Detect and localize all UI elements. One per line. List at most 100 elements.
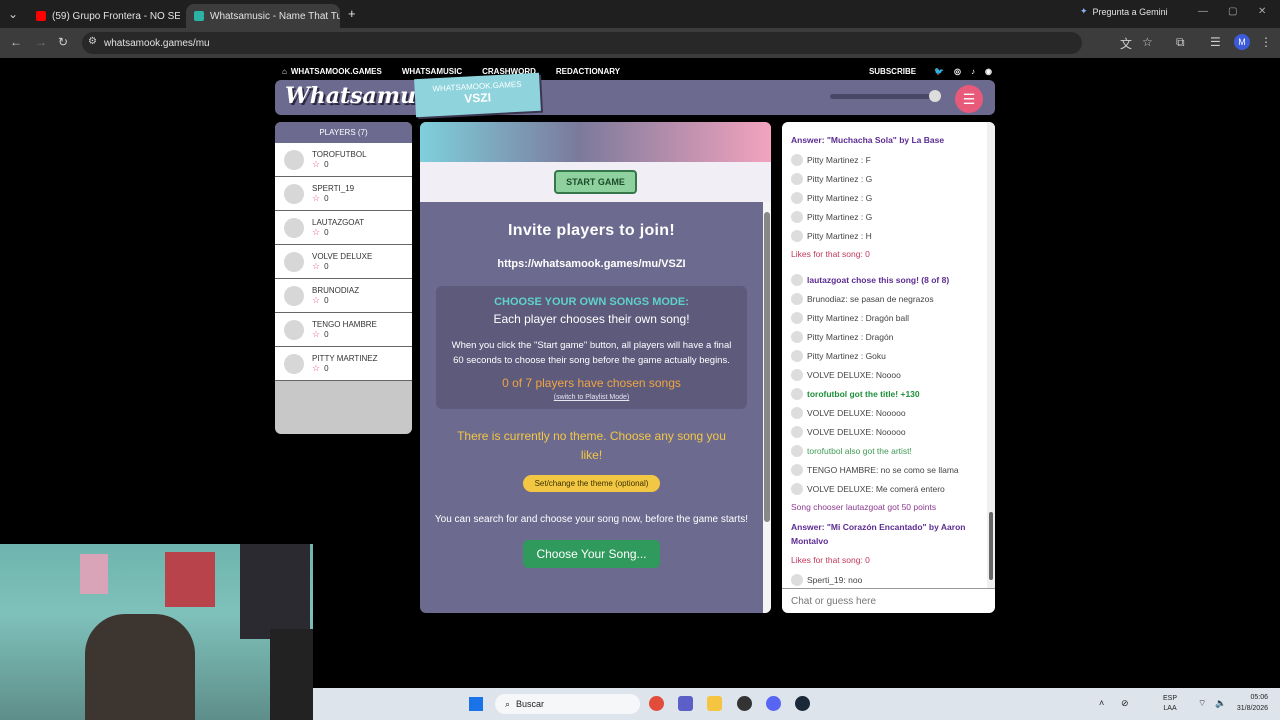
whatsamusic-favicon-icon	[194, 11, 204, 21]
chat-message: VOLVE DELUXE: Nooooo	[791, 422, 978, 441]
translate-icon[interactable]: 文	[1120, 35, 1132, 52]
player-row[interactable]: SPERTI_19 ☆ 0	[275, 177, 412, 211]
gemini-button[interactable]: ✦ Pregunta a Gemini	[1080, 6, 1168, 17]
chat-message-text: Pitty Martinez : H	[807, 230, 872, 241]
player-score: 0	[324, 295, 329, 305]
player-row[interactable]: VOLVE DELUXE ☆ 0	[275, 245, 412, 279]
instagram-icon[interactable]: ◎	[954, 67, 961, 76]
chat-avatar	[791, 482, 803, 495]
chat-message: torofutbol got the title! +130	[791, 384, 978, 403]
nav-whatsamusic[interactable]: WHATSAMUSIC	[402, 67, 462, 76]
player-score: 0	[324, 329, 329, 339]
windows-start-icon[interactable]	[469, 697, 483, 711]
tray-chevron-icon[interactable]: ˄	[1099, 698, 1104, 708]
explorer-icon[interactable]	[707, 696, 722, 711]
gradient-banner	[420, 122, 771, 162]
subscribe-link[interactable]: SUBSCRIBE	[869, 67, 916, 76]
bookmark-star-icon[interactable]: ☆	[1142, 35, 1153, 49]
set-theme-button[interactable]: Set/change the theme (optional)	[522, 475, 661, 492]
chat-avatar	[791, 292, 803, 305]
chat-message: Pitty Martinez : Dragón ball	[791, 308, 978, 327]
mode-subtitle: Each player chooses their own song!	[493, 312, 690, 326]
chat-message: Pitty Martinez : Goku	[791, 346, 978, 365]
network-icon[interactable]: ⊘	[1121, 698, 1129, 709]
volume-slider[interactable]	[830, 90, 941, 102]
chat-scroll-thumb[interactable]	[989, 512, 993, 580]
chosen-count: 0 of 7 players have chosen songs	[502, 376, 681, 390]
menu-hamburger-icon[interactable]: ☰	[955, 85, 983, 113]
main-scrollbar[interactable]	[763, 202, 771, 613]
back-icon[interactable]: ←	[10, 35, 22, 49]
chat-input[interactable]: Chat or guess here	[782, 588, 995, 613]
webcam-overlay	[0, 544, 313, 720]
player-row[interactable]: TENGO HAMBRE ☆ 0	[275, 313, 412, 347]
tab-label: Whatsamusic - Name That Tun	[210, 10, 340, 22]
reload-icon[interactable]: ↻	[58, 35, 68, 49]
players-panel: PLAYERS (7) TOROFUTBOL ☆ 0 SPERTI_19 ☆ 0 LAUTA…	[275, 122, 412, 434]
start-game-button[interactable]: START GAME	[554, 170, 637, 194]
new-tab-button[interactable]: +	[348, 6, 356, 21]
address-bar[interactable]: whatsamook.games/mu	[82, 32, 1082, 54]
room-tag: WHATSAMOOK.GAMES VSZI	[414, 72, 541, 118]
chat-answer: Answer: "Mi Corazón Encantado" by Aaron …	[791, 522, 966, 546]
wifi-icon[interactable]: ⌔	[1198, 698, 1206, 709]
app-icon[interactable]	[737, 696, 752, 711]
youtube-favicon-icon	[36, 11, 46, 21]
chat-message: VOLVE DELUXE: Me comerá entero	[791, 479, 978, 498]
volume-tray-icon[interactable]: 🔈	[1215, 698, 1226, 709]
chat-message-text: torofutbol got the title! +130	[807, 388, 920, 399]
nav-redactionary[interactable]: REDACTIONARY	[556, 67, 620, 76]
browser-menu-icon[interactable]: ⋮	[1260, 35, 1272, 49]
site-info-icon[interactable]: ⚙	[88, 36, 97, 47]
profile-avatar[interactable]: M	[1234, 34, 1250, 50]
maximize-icon[interactable]: ▢	[1228, 6, 1237, 17]
reading-list-icon[interactable]: ☰	[1210, 35, 1221, 49]
mode-description: When you click the "Start game" button, …	[451, 340, 732, 366]
chat-avatar	[791, 425, 803, 438]
nav-whatsamook[interactable]: WHATSAMOOK.GAMES	[291, 67, 382, 76]
switch-playlist-link[interactable]: (switch to Playlist Mode)	[444, 394, 739, 401]
discord-icon[interactable]: ◉	[985, 67, 992, 76]
search-icon: ⌕	[505, 698, 511, 709]
tab-search-icon[interactable]: ⌄	[8, 7, 18, 21]
twitter-icon[interactable]: 🐦	[934, 67, 944, 76]
tab-youtube[interactable]: (59) Grupo Frontera - NO SE V ✕	[28, 4, 180, 28]
chat-message-text: VOLVE DELUXE: Me comerá entero	[807, 483, 945, 494]
invite-url[interactable]: https://whatsamook.games/mu/VSZI	[420, 258, 763, 270]
teams-icon[interactable]	[678, 696, 693, 711]
chat-message: VOLVE DELUXE: Nooooo	[791, 403, 978, 422]
player-row[interactable]: LAUTAZGOAT ☆ 0	[275, 211, 412, 245]
tiktok-icon[interactable]: ♪	[971, 67, 975, 76]
main-scroll-thumb[interactable]	[764, 212, 770, 522]
star-icon: ☆	[312, 226, 321, 237]
player-name: SPERTI_19	[312, 183, 355, 193]
chat-message: TENGO HAMBRE: no se como se llama	[791, 460, 978, 479]
volume-knob[interactable]	[928, 90, 941, 102]
taskbar-search[interactable]: ⌕ Buscar	[495, 694, 640, 714]
mode-title: CHOOSE YOUR OWN SONGS MODE:	[494, 296, 689, 308]
tab-label: (59) Grupo Frontera - NO SE V	[52, 10, 180, 22]
player-row[interactable]: TOROFUTBOL ☆ 0	[275, 143, 412, 177]
choose-song-button[interactable]: Choose Your Song...	[523, 540, 660, 568]
minimize-icon[interactable]: —	[1198, 6, 1208, 17]
chat-message: Pitty Martinez : F	[791, 150, 978, 169]
extensions-icon[interactable]: ⧉	[1176, 35, 1185, 50]
player-row[interactable]: BRUNODIAZ ☆ 0	[275, 279, 412, 313]
chat-scrollbar[interactable]	[987, 122, 995, 588]
player-row[interactable]: PITTY MARTINEZ ☆ 0	[275, 347, 412, 381]
chat-log: Answer: "Muchacha Sola" by La Base Pitty …	[782, 122, 987, 588]
player-score: 0	[324, 363, 329, 373]
forward-icon[interactable]: →	[35, 35, 47, 49]
close-window-icon[interactable]: ✕	[1258, 6, 1266, 17]
tab-whatsamusic[interactable]: Whatsamusic - Name That Tun ✕	[186, 4, 340, 28]
chrome-icon[interactable]	[649, 696, 664, 711]
clock[interactable]: 05:06 31/8/2026	[1237, 692, 1268, 714]
gemini-label: Pregunta a Gemini	[1092, 6, 1168, 17]
poster-3	[240, 544, 310, 639]
discord-taskbar-icon[interactable]	[766, 696, 781, 711]
chat-panel: Answer: "Muchacha Sola" by La Base Pitty …	[782, 122, 995, 613]
language-indicator[interactable]: ESP LAA	[1163, 694, 1177, 714]
steam-icon[interactable]	[795, 696, 810, 711]
player-name: TENGO HAMBRE	[312, 319, 377, 329]
chat-avatar	[791, 311, 803, 324]
